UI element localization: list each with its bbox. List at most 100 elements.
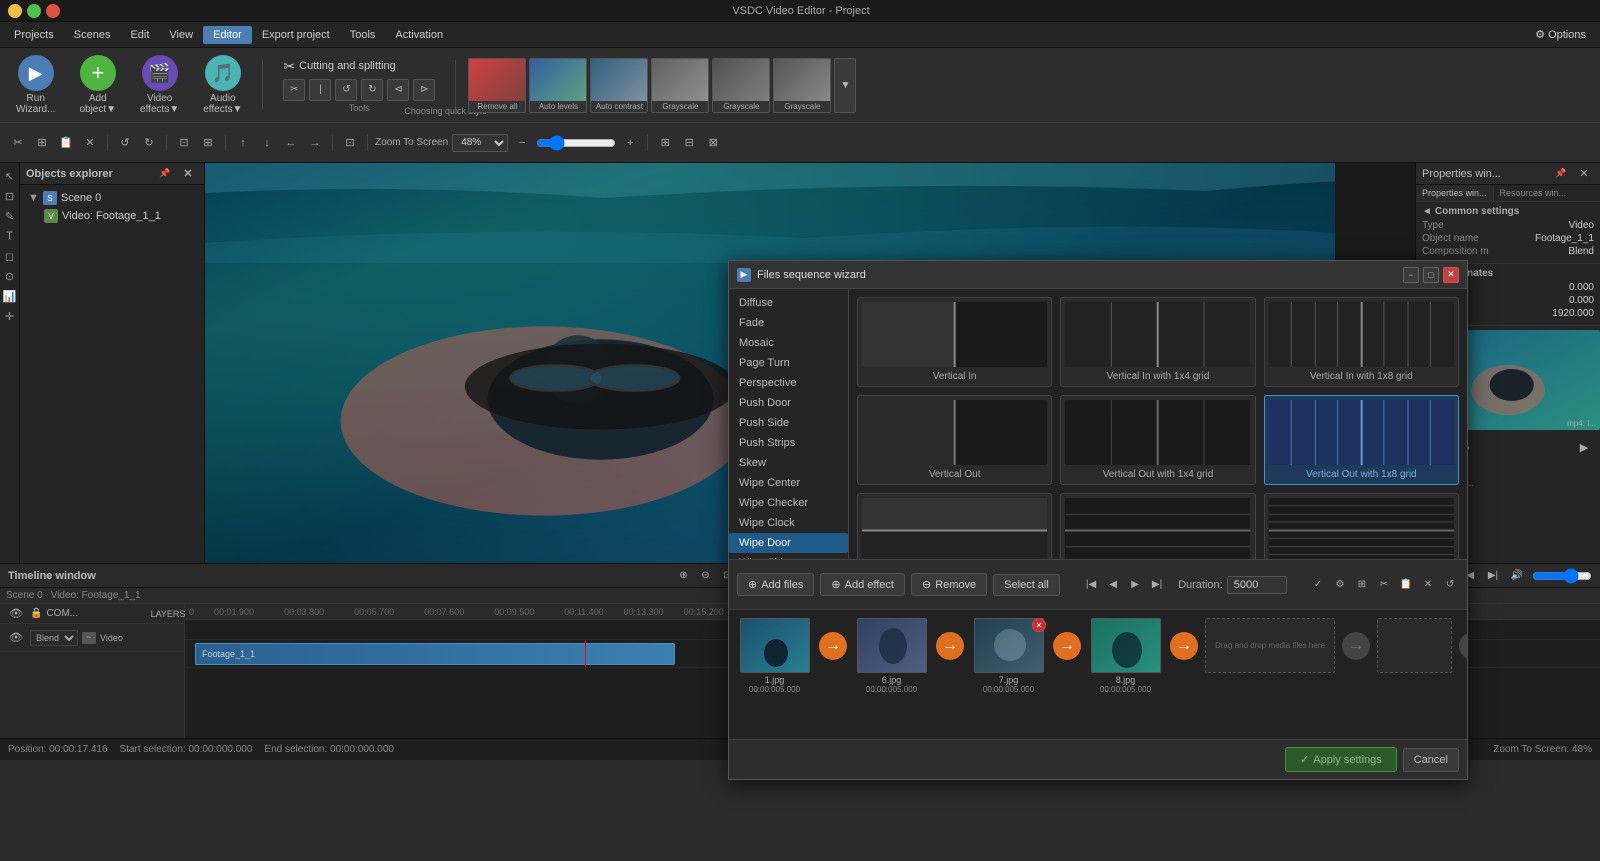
prev-play-btn[interactable]: ▶ — [1574, 437, 1594, 457]
effect-auto-levels[interactable]: Auto levels — [529, 58, 587, 113]
run-wizard-button[interactable]: ▶ RunWizard... — [8, 51, 63, 119]
audio-effects-label: Audioeffects▼ — [203, 93, 242, 115]
tl-ctrl-2[interactable]: ⊖ — [696, 567, 714, 585]
tl-eye-1[interactable]: 👁 — [6, 604, 26, 624]
menu-view[interactable]: View — [159, 26, 203, 44]
ruler-5: 00:09.500 — [494, 607, 534, 617]
action-move-right[interactable]: → — [305, 133, 325, 153]
tool-chart[interactable]: 📊 — [1, 287, 19, 305]
action-cut[interactable]: ✂ — [8, 133, 28, 153]
action-sep-4 — [332, 135, 333, 151]
video-effects-button[interactable]: 🎬 Videoeffects▼ — [132, 51, 187, 119]
add-object-button[interactable]: + Addobject▼ — [71, 51, 124, 119]
tl-stop-btn[interactable]: ■ — [1436, 567, 1454, 585]
menu-scenes[interactable]: Scenes — [64, 26, 121, 44]
cut-tool-6[interactable]: ⊳ — [413, 79, 435, 101]
playhead — [585, 640, 586, 667]
properties-header: Properties win... 📌 ✕ — [1416, 163, 1600, 185]
effect-grayscale-1[interactable]: Grayscale — [651, 58, 709, 113]
action-grid-1[interactable]: ⊞ — [655, 133, 675, 153]
cutting-tools-row: ✂ | ↺ ↻ ⊲ ⊳ — [283, 79, 435, 101]
action-fit[interactable]: ⊡ — [340, 133, 360, 153]
tl-eye-2[interactable]: 👁 — [6, 628, 26, 648]
timeline-ruler: 0 00:01.900 00:03.800 00:05.700 00:07.60… — [185, 604, 1600, 620]
tl-ctrl-4[interactable]: ⊞ — [740, 567, 758, 585]
prop-left-row: Left 0.000 — [1422, 282, 1594, 293]
blend-select[interactable]: Blend — [30, 630, 78, 646]
action-move-left[interactable]: ← — [281, 133, 301, 153]
tl-ctrl-5[interactable]: |◀ — [762, 567, 780, 585]
menu-export[interactable]: Export project — [252, 26, 340, 44]
effect-grayscale-2[interactable]: Grayscale — [712, 58, 770, 113]
tl-ctrl-3[interactable]: ⊡ — [718, 567, 736, 585]
properties-pin-button[interactable]: 📌 — [1551, 164, 1571, 184]
objects-pin-button[interactable]: 📌 — [155, 164, 175, 184]
tl-prev-btn[interactable]: |◀ — [1460, 567, 1478, 585]
close-button[interactable] — [46, 4, 60, 18]
tab-properties[interactable]: Properties win... — [1416, 185, 1494, 201]
audio-wave-icon: ~ — [82, 632, 96, 644]
menu-options[interactable]: ⚙ Options — [1525, 25, 1596, 44]
tl-play-btn[interactable]: ▶ — [1412, 567, 1430, 585]
zoom-select[interactable]: 48%25%50%100% — [452, 134, 508, 152]
coordinates-title: ◄ Coordinates — [1422, 268, 1594, 279]
tl-ctrl-1[interactable]: ⊕ — [674, 567, 692, 585]
objects-close-button[interactable]: ✕ — [178, 164, 198, 184]
tl-vol-btn[interactable]: 🔊 — [1508, 567, 1526, 585]
action-undo[interactable]: ↺ — [115, 133, 135, 153]
action-copy[interactable]: ⊞ — [32, 133, 52, 153]
action-grid-3[interactable]: ⊠ — [703, 133, 723, 153]
action-move-up[interactable]: ↑ — [233, 133, 253, 153]
zoom-out[interactable]: − — [512, 133, 532, 153]
tool-shape[interactable]: ◻ — [1, 247, 19, 265]
zoom-slider[interactable] — [536, 136, 616, 150]
tool-pointer[interactable]: ↖ — [1, 167, 19, 185]
action-move-down[interactable]: ↓ — [257, 133, 277, 153]
cut-tool-1[interactable]: ✂ — [283, 79, 305, 101]
volume-slider[interactable] — [1532, 570, 1592, 582]
minimize-button[interactable] — [8, 4, 22, 18]
action-select[interactable]: ⊡ — [174, 133, 194, 153]
menu-edit[interactable]: Edit — [120, 26, 159, 44]
tree-item-scene0[interactable]: ▼ S Scene 0 — [24, 189, 200, 207]
action-paste[interactable]: 📋 — [56, 133, 76, 153]
properties-close-button[interactable]: ✕ — [1574, 164, 1594, 184]
action-grid-2[interactable]: ⊟ — [679, 133, 699, 153]
zoom-in[interactable]: + — [620, 133, 640, 153]
tool-select-2[interactable]: ⊡ — [1, 187, 19, 205]
menu-editor[interactable]: Editor — [203, 26, 252, 44]
effects-more-button[interactable]: ▼ — [834, 58, 856, 113]
common-settings-title: ◄ Common settings — [1422, 206, 1594, 217]
tree-expand-scene0[interactable]: ▼ — [28, 192, 39, 204]
resolution-display: ▶ 720p — [1359, 568, 1406, 583]
maximize-button[interactable] — [27, 4, 41, 18]
action-group[interactable]: ⊞ — [198, 133, 218, 153]
tl-layers-btn[interactable]: LAYERS — [158, 604, 178, 624]
action-redo[interactable]: ↻ — [139, 133, 159, 153]
tl-next-btn[interactable]: ▶| — [1484, 567, 1502, 585]
clip-label: Footage_1_1 — [202, 649, 255, 659]
effect-grayscale-3[interactable]: Grayscale — [773, 58, 831, 113]
tool-move[interactable]: ✛ — [1, 307, 19, 325]
tool-pen[interactable]: ✎ — [1, 207, 19, 225]
cut-tool-5[interactable]: ⊲ — [387, 79, 409, 101]
audio-effects-button[interactable]: 🎵 Audioeffects▼ — [195, 51, 250, 119]
cut-tool-4[interactable]: ↻ — [361, 79, 383, 101]
timeline-clip[interactable]: Footage_1_1 — [195, 643, 675, 665]
action-delete[interactable]: ✕ — [80, 133, 100, 153]
tool-eyedropper[interactable]: ⊙ — [1, 267, 19, 285]
tab-resources[interactable]: Resources win... — [1494, 185, 1573, 201]
menu-projects[interactable]: Projects — [4, 26, 64, 44]
effect-auto-contrast[interactable]: Auto contrast — [590, 58, 648, 113]
cut-tool-3[interactable]: ↺ — [335, 79, 357, 101]
tree-item-video1[interactable]: V Video: Footage_1_1 — [24, 207, 200, 225]
res-label: 720p — [1377, 570, 1399, 581]
cut-tool-2[interactable]: | — [309, 79, 331, 101]
menu-tools[interactable]: Tools — [340, 26, 386, 44]
menu-activation[interactable]: Activation — [385, 26, 453, 44]
tool-text[interactable]: T — [1, 227, 19, 245]
effect-remove-all[interactable]: Remove all — [468, 58, 526, 113]
ruler-3: 00:05.700 — [354, 607, 394, 617]
tl-layers-toggle: 🔒 — [30, 608, 42, 619]
prop-arrow-icon: ◄ — [1422, 206, 1432, 217]
